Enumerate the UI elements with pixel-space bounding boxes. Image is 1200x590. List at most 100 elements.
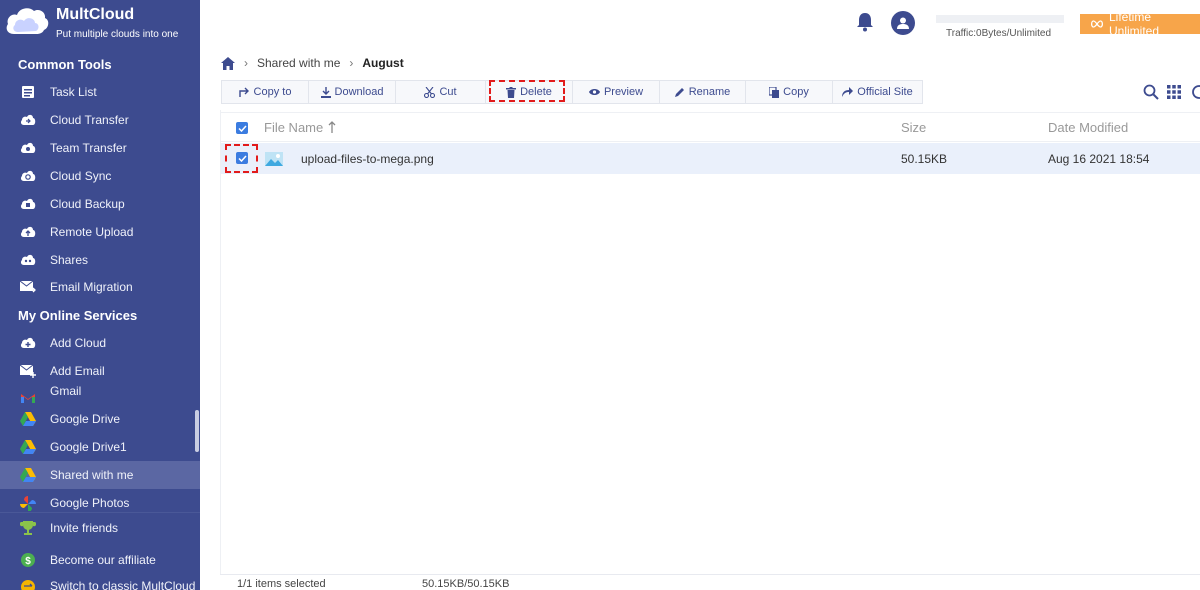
sidebar-item-shares[interactable]: Shares (0, 246, 200, 274)
sidebar-item-team-transfer[interactable]: Team Transfer (0, 134, 200, 162)
sidebar-item-google-drive1[interactable]: Google Drive1 (0, 433, 200, 461)
sidebar-item-invite-friends[interactable]: Invite friends (0, 514, 200, 542)
status-footer: 1/1 items selected 50.15KB/50.15KB (220, 574, 1200, 590)
content-divider (220, 110, 221, 574)
sidebar-item-affiliate[interactable]: $ Become our affiliate (0, 546, 200, 574)
sidebar-item-remote-upload[interactable]: Remote Upload (0, 218, 200, 246)
file-size: 50.15KB (901, 151, 948, 166)
select-all-checkbox[interactable] (236, 122, 248, 134)
sidebar-item-google-drive[interactable]: Google Drive (0, 405, 200, 433)
sidebar-item-google-photos[interactable]: Google Photos (0, 489, 200, 511)
sidebar-item-task-list[interactable]: Task List (0, 78, 200, 106)
rename-label: Rename (688, 86, 731, 98)
copy-to-button[interactable]: Copy to (222, 81, 309, 103)
sidebar-item-label: Google Photos (50, 496, 130, 510)
switch-icon (20, 579, 36, 590)
sidebar-item-cloud-transfer[interactable]: Cloud Transfer (0, 106, 200, 134)
cut-button[interactable]: Cut (396, 81, 486, 103)
sidebar-item-label: Task List (50, 85, 97, 99)
cut-icon (424, 86, 436, 98)
column-header-size[interactable]: Size (901, 113, 926, 141)
sidebar-divider (0, 512, 200, 513)
traffic-progress-bar (936, 15, 1064, 23)
sidebar-item-label: Become our affiliate (50, 553, 156, 567)
sidebar-item-shared-with-me[interactable]: Shared with me (0, 461, 200, 489)
remote-upload-icon (20, 224, 36, 240)
sidebar-item-gmail[interactable]: Gmail (0, 377, 200, 405)
google-drive-icon (20, 411, 36, 427)
search-icon[interactable] (1143, 84, 1159, 103)
google-photos-icon (20, 496, 36, 511)
logo[interactable]: MultCloud Put multiple clouds into one (4, 4, 178, 44)
email-migration-icon (20, 279, 36, 295)
file-toolbar: Copy to Download Cut Delete Preview Rena… (221, 80, 923, 104)
column-header-name[interactable]: File Name (264, 113, 336, 141)
refresh-icon[interactable] (1191, 84, 1200, 100)
column-header-date[interactable]: Date Modified (1048, 113, 1128, 141)
copy-to-icon (238, 87, 250, 97)
sidebar-item-label: Google Drive (50, 412, 121, 426)
sidebar-item-label: Add Cloud (50, 336, 107, 350)
multcloud-logo-icon (4, 4, 50, 38)
preview-label: Preview (603, 86, 644, 98)
breadcrumb-item[interactable]: Shared with me (257, 56, 340, 70)
traffic-status: Traffic:0Bytes/Unlimited (946, 28, 1052, 39)
pencil-icon (674, 87, 685, 97)
home-icon[interactable] (221, 56, 235, 70)
sidebar-item-label: Cloud Transfer (50, 113, 129, 127)
eye-icon (588, 88, 600, 96)
share-arrow-icon (842, 87, 854, 97)
notification-bell-icon[interactable] (856, 12, 874, 35)
file-date: Aug 16 2021 18:54 (1048, 151, 1150, 166)
cloud-sync-icon (20, 168, 36, 184)
chevron-right-icon: › (244, 56, 248, 70)
sidebar-item-email-migration[interactable]: Email Migration (0, 273, 200, 301)
checkbox-highlight-box (225, 144, 258, 173)
official-site-button[interactable]: Official Site (833, 81, 922, 103)
google-drive-icon (20, 467, 36, 483)
sidebar-item-label: Shared with me (50, 468, 134, 482)
sidebar: MultCloud Put multiple clouds into one C… (0, 0, 200, 590)
add-cloud-icon (20, 335, 36, 351)
copy-to-label: Copy to (253, 86, 292, 98)
official-site-label: Official Site (857, 86, 913, 98)
download-label: Download (334, 86, 384, 98)
copy-button[interactable]: Copy (746, 81, 833, 103)
sidebar-item-switch-classic[interactable]: Switch to classic MultCloud (0, 574, 200, 590)
rename-button[interactable]: Rename (660, 81, 746, 103)
delete-highlight-box (489, 80, 565, 102)
download-button[interactable]: Download (309, 81, 396, 103)
download-icon (320, 86, 331, 98)
sort-ascending-icon (328, 121, 336, 133)
chevron-right-icon: › (349, 56, 354, 70)
breadcrumb-current: August (362, 56, 404, 70)
sidebar-item-label: Gmail (50, 384, 82, 398)
svg-text:$: $ (25, 556, 31, 567)
sidebar-item-label: Google Drive1 (50, 440, 127, 454)
sidebar-scrollbar[interactable] (195, 410, 199, 452)
sidebar-item-cloud-backup[interactable]: Cloud Backup (0, 190, 200, 218)
team-transfer-icon (20, 140, 36, 156)
online-services-title: My Online Services (18, 308, 138, 323)
shares-icon (20, 252, 36, 268)
grid-view-icon[interactable] (1167, 85, 1181, 102)
cloud-transfer-icon (20, 112, 36, 128)
preview-button[interactable]: Preview (573, 81, 660, 103)
selection-size: 50.15KB/50.15KB (422, 578, 510, 590)
task-list-icon (20, 84, 36, 100)
table-row[interactable]: upload-files-to-mega.png 50.15KB Aug 16 … (221, 143, 1200, 174)
cloud-backup-icon (20, 196, 36, 212)
sidebar-item-add-cloud[interactable]: Add Cloud (0, 329, 200, 357)
sidebar-item-cloud-sync[interactable]: Cloud Sync (0, 162, 200, 190)
sidebar-item-label: Invite friends (50, 521, 119, 535)
common-tools-title: Common Tools (18, 57, 112, 72)
sidebar-item-label: Email Migration (50, 280, 133, 294)
infinity-icon (1090, 20, 1104, 28)
file-name[interactable]: upload-files-to-mega.png (301, 143, 434, 174)
lifetime-unlimited-button[interactable]: Lifetime Unlimited (1080, 10, 1200, 38)
user-avatar-icon[interactable] (891, 11, 915, 35)
sidebar-item-label: Cloud Sync (50, 169, 112, 183)
gmail-icon (20, 390, 36, 406)
copy-icon (769, 86, 780, 98)
column-name-label: File Name (264, 119, 324, 135)
